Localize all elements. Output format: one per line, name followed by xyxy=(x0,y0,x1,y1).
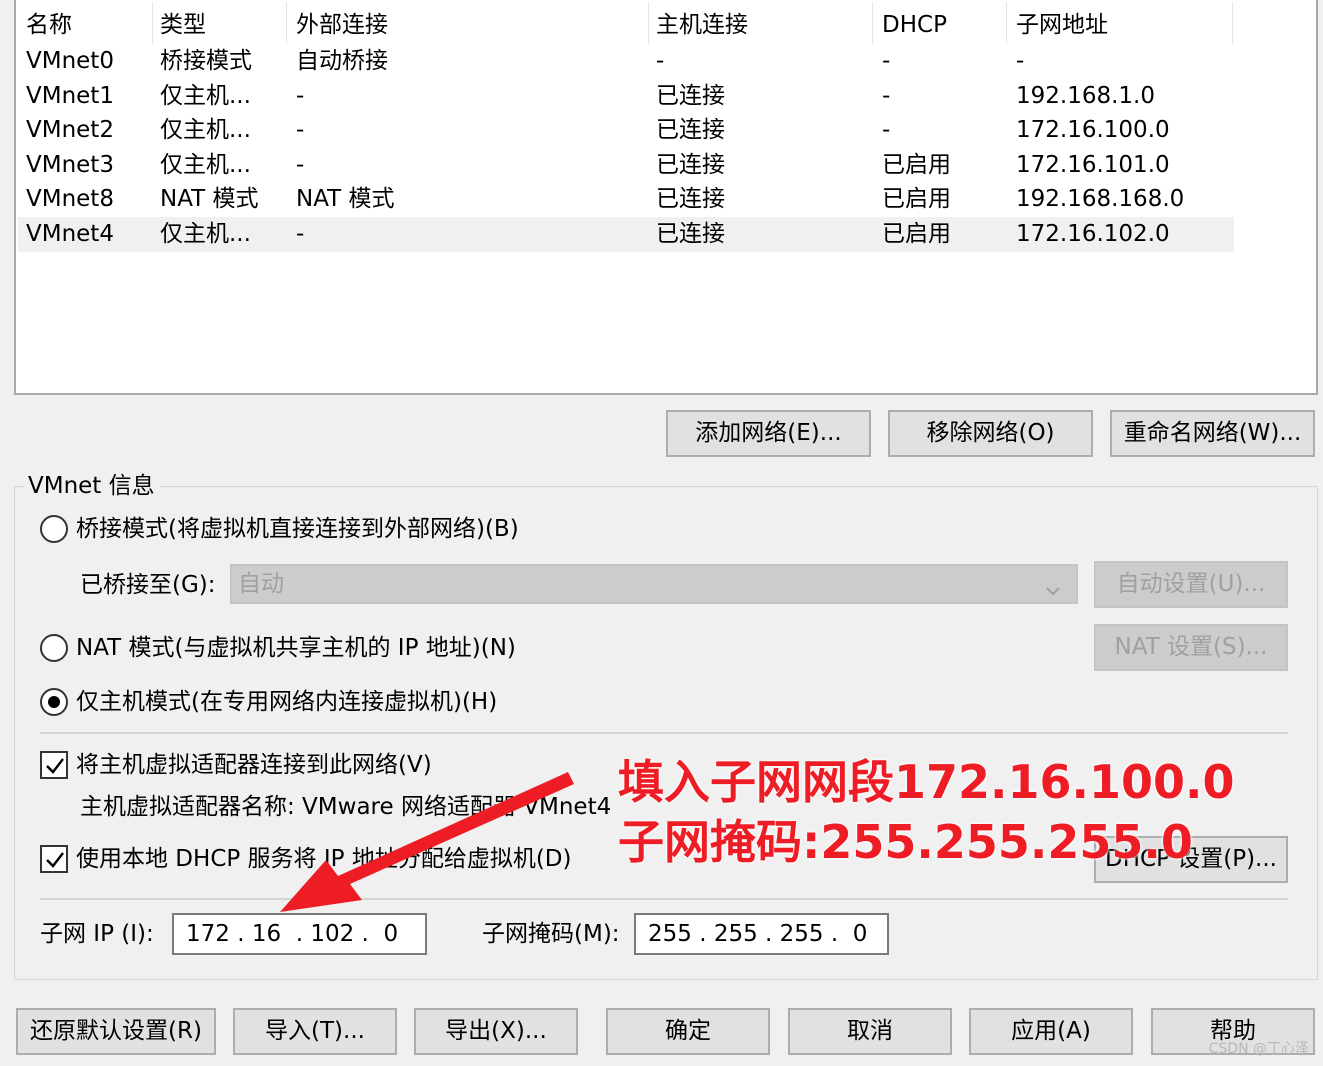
annotation-line-1: 填入子网网段172.16.100.0 xyxy=(618,755,1235,809)
watermark: CSDN @丁心泽 xyxy=(1208,1041,1309,1057)
annotation-line-2: 子网掩码:255.255.255.0 xyxy=(618,815,1193,869)
annotation-arrow-icon xyxy=(280,772,574,912)
